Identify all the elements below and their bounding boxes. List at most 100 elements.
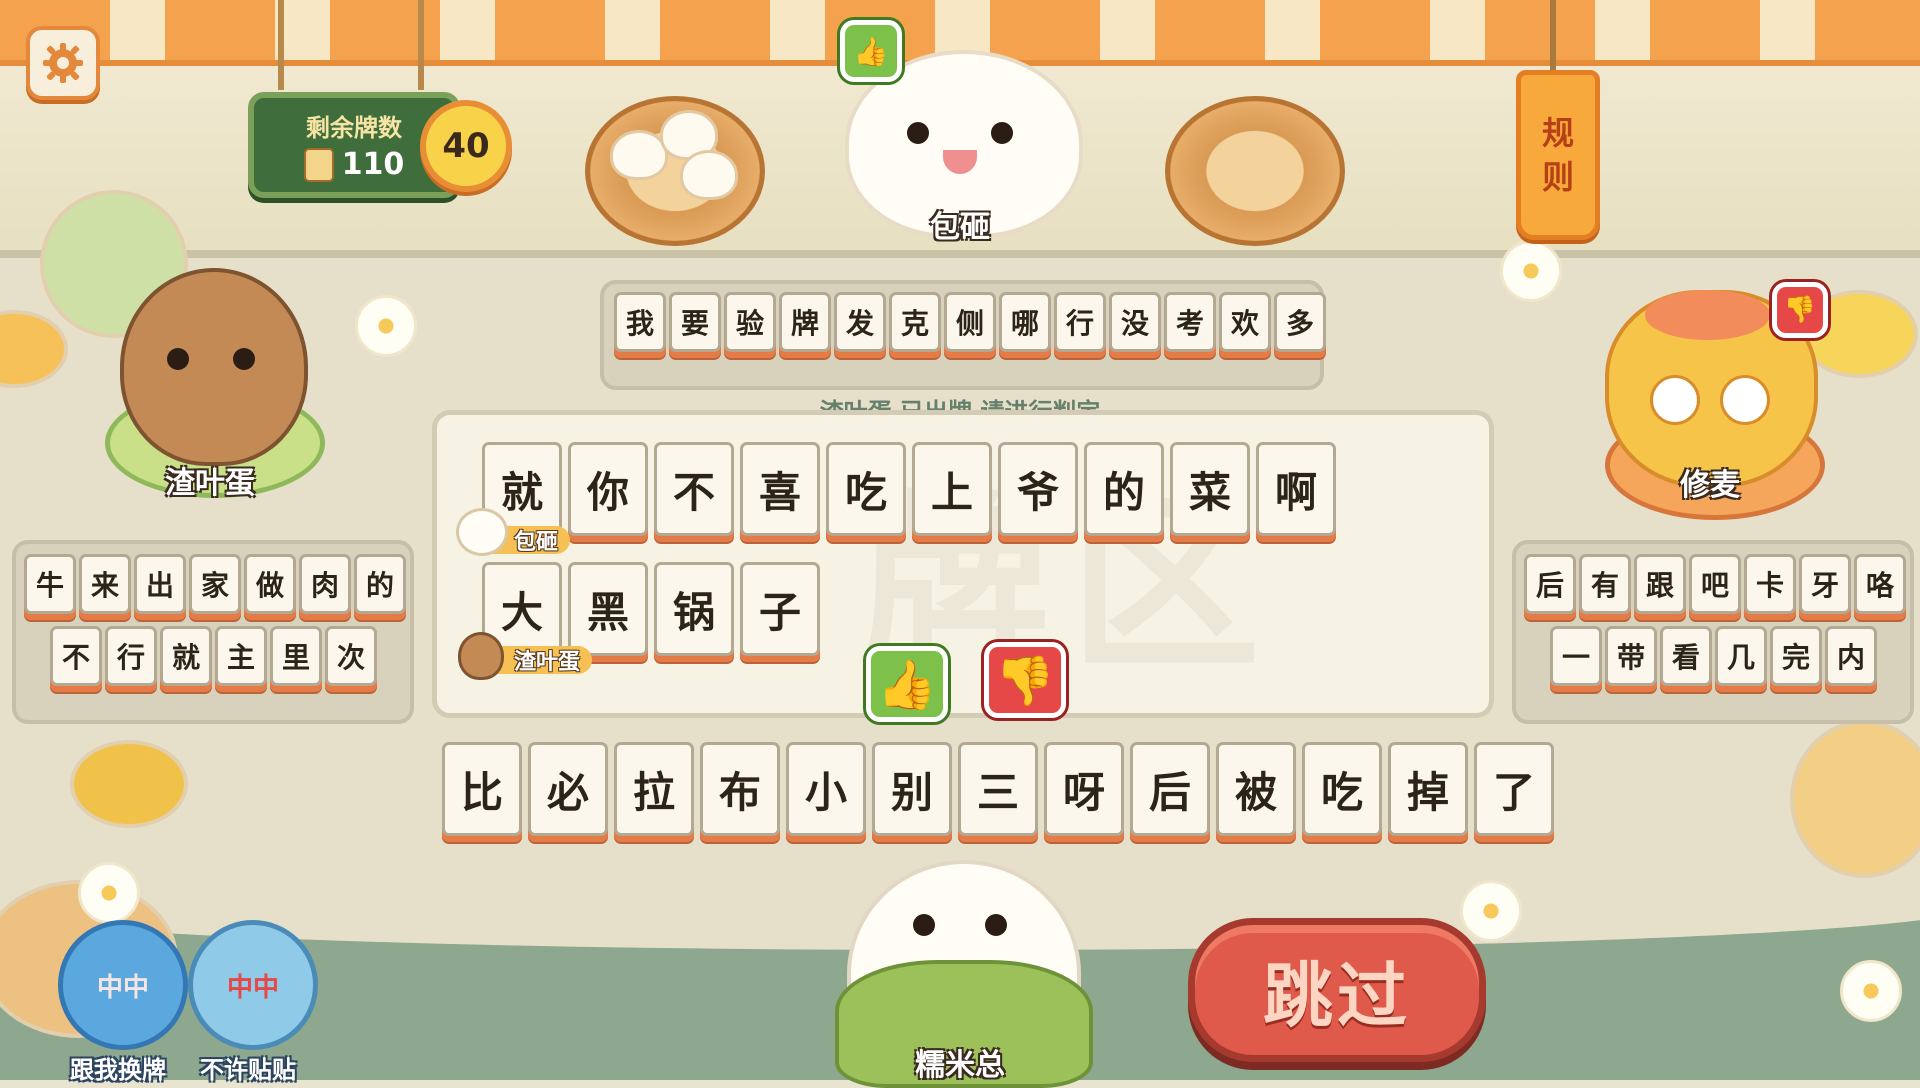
no-stick-icon: 中中 [188,920,318,1050]
player-name-self: 糯米总 [915,1048,1005,1083]
tile: 出 [134,554,186,614]
played-tile: 啊 [1256,442,1336,536]
rules-label-char: 规 [1541,114,1574,152]
hand-right-row1: 后 有 跟 吧 卡 牙 咯 [1524,554,1909,624]
shrimp-topping [1645,290,1770,340]
tile: 多 [1274,292,1326,352]
played-tile: 的 [1084,442,1164,536]
owner-name: 渣叶蛋 [514,650,581,675]
thumb-down-button[interactable]: 👎 [984,642,1066,718]
hand-tile[interactable]: 呀 [1044,742,1124,836]
tile: 的 [354,554,406,614]
sign-rope [278,0,284,90]
tile: 侧 [944,292,996,352]
tile: 卡 [1744,554,1796,614]
skip-label: 跳过 [1263,954,1411,1037]
tile: 有 [1579,554,1631,614]
tile: 吧 [1689,554,1741,614]
played-row-1: 就 你 不 喜 吃 上 爷 的 菜 啊 [482,442,1342,546]
thumb-up-button[interactable]: 👍 [866,646,948,722]
tile: 克 [889,292,941,352]
tile: 带 [1605,626,1657,686]
tile: 看 [1660,626,1712,686]
timer-value: 40 [442,126,490,166]
tile: 完 [1770,626,1822,686]
tile: 次 [325,626,377,686]
skip-button[interactable]: 跳过 [1188,918,1486,1062]
rules-label-char: 则 [1541,158,1574,196]
tile: 做 [244,554,296,614]
hand-tile[interactable]: 小 [786,742,866,836]
tile: 跟 [1634,554,1686,614]
tile: 欢 [1219,292,1271,352]
thumb-down-icon: 👎 [1772,282,1828,338]
rules-tag-string [1550,0,1556,74]
tile: 行 [1054,292,1106,352]
played-tile: 菜 [1170,442,1250,536]
hand-tile[interactable]: 掉 [1388,742,1468,836]
tile: 牛 [24,554,76,614]
player-name-top: 包砸 [930,210,990,245]
tile: 家 [189,554,241,614]
player-name-left: 渣叶蛋 [165,466,255,501]
tile: 来 [79,554,131,614]
rules-button[interactable]: 规 则 [1516,70,1600,240]
bun-decoration [680,150,738,200]
hand-tile[interactable]: 别 [872,742,952,836]
character-eye [985,914,1007,936]
tile: 主 [215,626,267,686]
tile: 哪 [999,292,1051,352]
flower-decoration [355,295,417,357]
played-tile: 吃 [826,442,906,536]
character-eye [233,348,255,370]
egg-character-avatar [120,268,308,466]
tile: 牌 [779,292,831,352]
hand-tile[interactable]: 后 [1130,742,1210,836]
tile: 行 [105,626,157,686]
swap-icon-tiles: 中中 [96,972,149,1003]
played-tile: 子 [740,562,820,656]
hand-tile[interactable]: 布 [700,742,780,836]
hand-tile[interactable]: 拉 [614,742,694,836]
flower-decoration [1460,880,1522,942]
player-left: 渣叶蛋 [105,258,325,508]
character-eye [913,914,935,936]
remaining-cards-count: 110 [341,147,405,182]
played-tile: 锅 [654,562,734,656]
flower-decoration [78,862,140,924]
settings-button[interactable] [26,26,100,100]
thumb-up-icon: 👍 [877,656,937,713]
owner-avatar-bun [456,508,508,556]
played-tile: 喜 [740,442,820,536]
hand-self: 比 必 拉 布 小 别 三 呀 后 被 吃 掉 了 [442,742,1560,846]
flower-decoration [1840,960,1902,1022]
tile: 就 [160,626,212,686]
tile: 要 [669,292,721,352]
tile: 后 [1524,554,1576,614]
no-stick-button[interactable]: 中中 不许贴贴 [168,920,328,1085]
thumb-up-icon: 👍 [840,20,902,82]
player-self: 糯米总 [835,850,1093,1088]
owner-avatar-egg [458,632,504,680]
turn-timer: 40 [420,100,512,192]
hand-tile[interactable]: 必 [528,742,608,836]
character-eye [991,122,1013,144]
hand-tile[interactable]: 了 [1474,742,1554,836]
tile: 肉 [299,554,351,614]
hand-left-row2: 不 行 就 主 里 次 [50,626,380,696]
player-name-right: 修麦 [1680,468,1740,503]
no-stick-icon-tiles: 中中 [226,972,279,1003]
played-tile: 爷 [998,442,1078,536]
character-eye [167,348,189,370]
played-tile: 不 [654,442,734,536]
hand-top: 我 要 验 牌 发 克 侧 哪 行 没 考 欢 多 [614,292,1329,362]
tile: 咯 [1854,554,1906,614]
hand-tile[interactable]: 三 [958,742,1038,836]
tile: 没 [1109,292,1161,352]
hand-tile[interactable]: 比 [442,742,522,836]
hand-tile[interactable]: 吃 [1302,742,1382,836]
flower-decoration [1500,240,1562,302]
character-eye [907,122,929,144]
hand-tile[interactable]: 被 [1216,742,1296,836]
hand-right-row2: 一 带 看 几 完 内 [1550,626,1880,696]
